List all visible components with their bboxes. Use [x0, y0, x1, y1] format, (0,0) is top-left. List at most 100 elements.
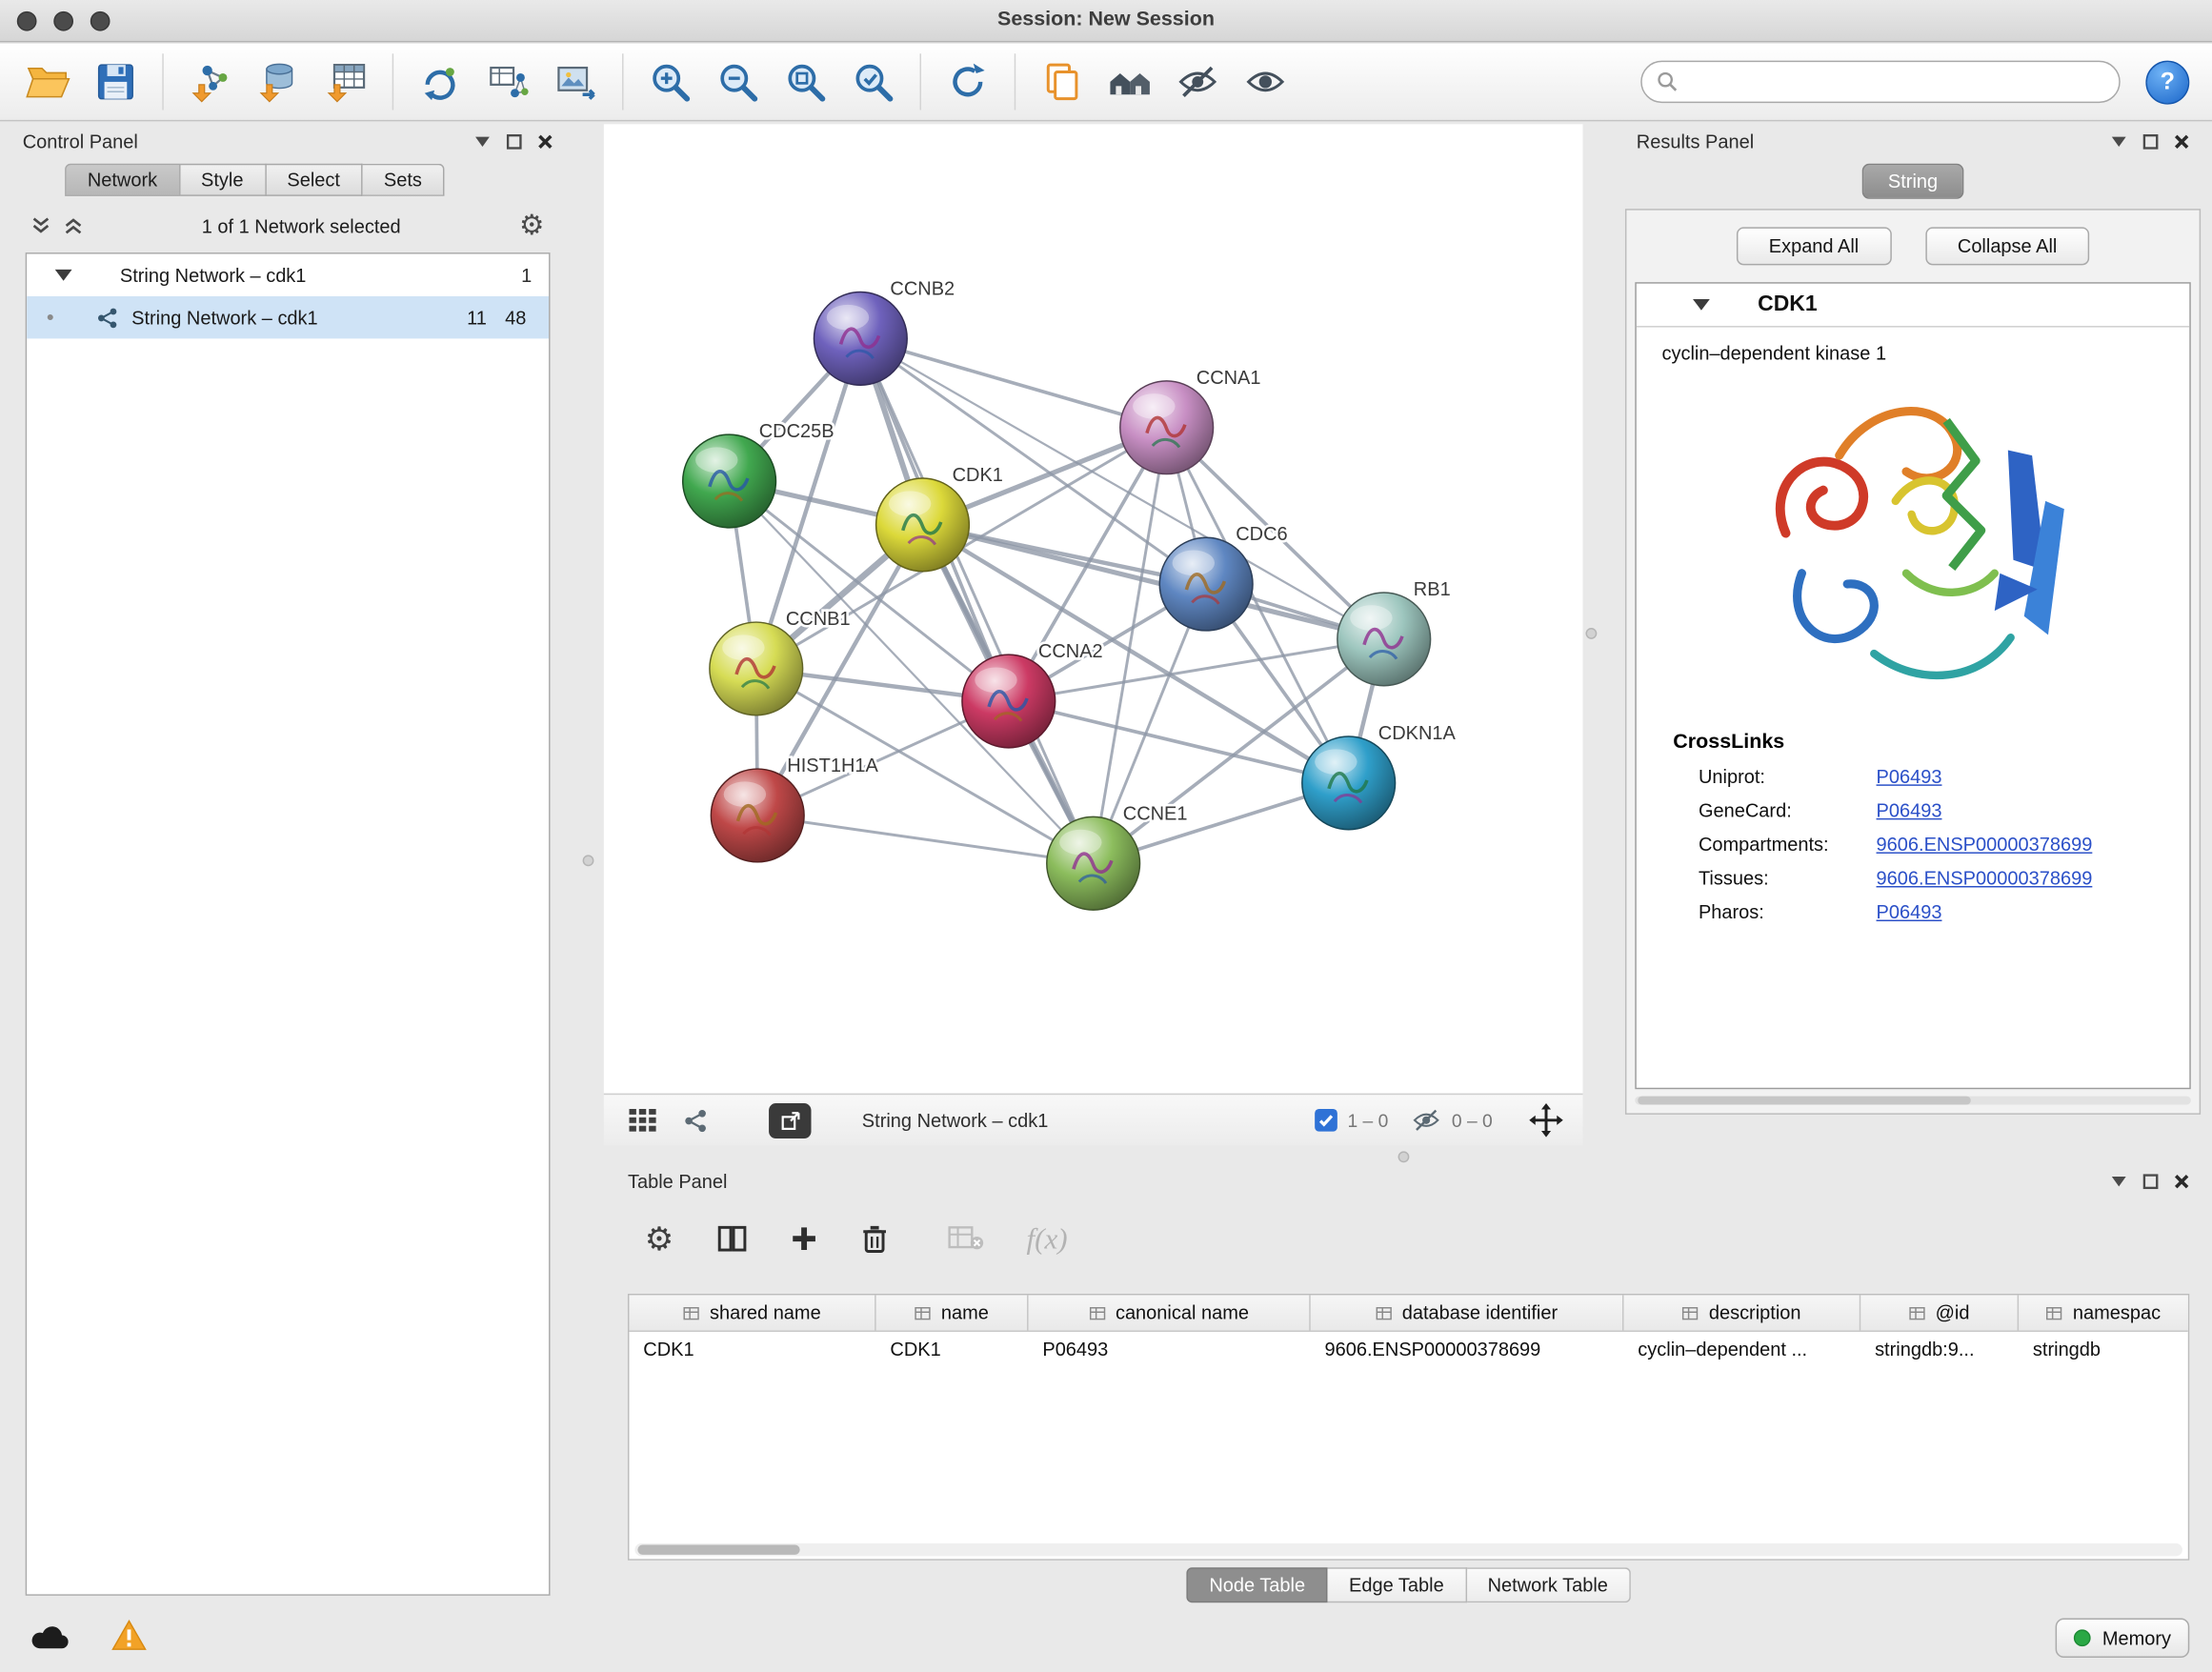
cell-id[interactable]: stringdb:9... — [1860, 1332, 2019, 1369]
tab-sets[interactable]: Sets — [363, 164, 445, 196]
column-header[interactable]: namespac — [2019, 1295, 2188, 1330]
network-node-HIST1H1A[interactable]: HIST1H1A — [711, 755, 878, 862]
import-table-button[interactable] — [319, 55, 372, 109]
network-node-CCNE1[interactable]: CCNE1 — [1047, 803, 1188, 910]
panel-collapse-icon[interactable] — [474, 134, 492, 147]
network-view-canvas[interactable]: CCNB2CCNA1CDC25BCDK1CDC6RB1CCNB1CCNA2CDK… — [604, 124, 1583, 1093]
network-edge[interactable] — [860, 338, 1166, 427]
panel-close-icon[interactable] — [537, 133, 553, 149]
column-header[interactable]: shared name — [629, 1295, 875, 1330]
panel-float-icon[interactable] — [2142, 133, 2158, 149]
panel-float-icon[interactable] — [2142, 1173, 2158, 1188]
tab-style[interactable]: Style — [180, 164, 266, 196]
network-from-table-button[interactable] — [481, 55, 534, 109]
tab-string[interactable]: String — [1862, 164, 1963, 199]
refresh-button[interactable] — [941, 55, 995, 109]
network-node-RB1[interactable]: RB1 — [1337, 579, 1451, 686]
network-node-CCNB1[interactable]: CCNB1 — [710, 609, 851, 715]
crosslink-link[interactable]: P06493 — [1877, 901, 1942, 922]
splitter-handle[interactable] — [1398, 1151, 1410, 1162]
tab-network-table[interactable]: Network Table — [1466, 1566, 1630, 1601]
network-node-CDK1[interactable]: CDK1 — [876, 465, 1003, 572]
network-node-CDC25B[interactable]: CDC25B — [683, 421, 835, 528]
export-image-button[interactable] — [549, 55, 602, 109]
save-session-button[interactable] — [89, 55, 142, 109]
import-network-button[interactable] — [184, 55, 237, 109]
collapse-all-button[interactable]: Collapse All — [1925, 227, 2090, 265]
show-all-button[interactable] — [1238, 55, 1292, 109]
hide-selected-button[interactable] — [1171, 55, 1224, 109]
tab-network[interactable]: Network — [65, 164, 180, 196]
collection-expander-icon[interactable] — [55, 270, 72, 281]
table-horizontal-scrollbar[interactable] — [634, 1543, 2182, 1556]
search-box[interactable] — [1640, 61, 2120, 103]
zoom-out-button[interactable] — [711, 55, 764, 109]
node-details-header[interactable]: CDK1 — [1637, 284, 2189, 328]
zoom-in-button[interactable] — [643, 55, 696, 109]
splitter-handle[interactable] — [1585, 628, 1597, 639]
crosslink-link[interactable]: 9606.ENSP00000378699 — [1877, 868, 2093, 889]
crosslink-link[interactable]: 9606.ENSP00000378699 — [1877, 834, 2093, 855]
open-in-new-window-button[interactable] — [769, 1102, 811, 1138]
cell-description[interactable]: cyclin–dependent ... — [1623, 1332, 1860, 1369]
show-columns-button[interactable] — [716, 1224, 748, 1253]
table-row[interactable]: CDK1 CDK1 P06493 9606.ENSP00000378699 cy… — [629, 1332, 2187, 1369]
collapse-all-networks-icon[interactable] — [31, 216, 51, 236]
open-session-button[interactable] — [21, 55, 74, 109]
gear-icon[interactable]: ⚙ — [519, 212, 545, 240]
zoom-fit-button[interactable] — [778, 55, 832, 109]
help-button[interactable]: ? — [2145, 60, 2189, 104]
expand-all-networks-icon[interactable] — [64, 216, 84, 236]
column-header[interactable]: database identifier — [1311, 1295, 1624, 1330]
scrollbar-thumb[interactable] — [637, 1545, 799, 1555]
column-header[interactable]: @id — [1860, 1295, 2019, 1330]
cell-shared-name[interactable]: CDK1 — [629, 1332, 875, 1369]
network-edge[interactable] — [757, 816, 1093, 863]
warning-status-icon[interactable] — [111, 1619, 149, 1653]
home-button[interactable] — [1103, 55, 1156, 109]
memory-button[interactable]: Memory — [2056, 1619, 2189, 1658]
cell-name[interactable]: CDK1 — [876, 1332, 1029, 1369]
crosslink-link[interactable]: P06493 — [1877, 800, 1942, 821]
panel-close-icon[interactable] — [2174, 1173, 2189, 1188]
import-network-from-database-button[interactable] — [251, 55, 305, 109]
network-edge[interactable] — [860, 338, 1093, 863]
tab-select[interactable]: Select — [266, 164, 362, 196]
cell-canonical-name[interactable]: P06493 — [1029, 1332, 1311, 1369]
fit-selected-button[interactable] — [1529, 1103, 1563, 1138]
crosslink-link[interactable]: P06493 — [1877, 766, 1942, 787]
cell-namespace[interactable]: stringdb — [2019, 1332, 2188, 1369]
cell-database-identifier[interactable]: 9606.ENSP00000378699 — [1311, 1332, 1624, 1369]
panel-close-icon[interactable] — [2174, 133, 2189, 149]
search-input[interactable] — [1687, 70, 2104, 93]
selected-checkbox[interactable] — [1315, 1109, 1337, 1132]
delete-column-button[interactable] — [860, 1223, 889, 1255]
panel-collapse-icon[interactable] — [2110, 134, 2127, 147]
column-header[interactable]: canonical name — [1029, 1295, 1311, 1330]
hidden-items-icon[interactable] — [1411, 1107, 1442, 1133]
network-collection-row[interactable]: String Network – cdk1 1 — [27, 254, 549, 296]
birdseye-view-button[interactable] — [629, 1108, 657, 1132]
delete-table-button[interactable] — [948, 1226, 985, 1252]
duplicate-button[interactable] — [1036, 55, 1089, 109]
refresh-network-button[interactable] — [413, 55, 467, 109]
splitter-handle[interactable] — [583, 855, 594, 866]
add-column-button[interactable] — [790, 1224, 818, 1253]
panel-float-icon[interactable] — [507, 133, 522, 149]
column-header[interactable]: description — [1623, 1295, 1860, 1330]
string-panel-button[interactable] — [683, 1107, 710, 1134]
table-settings-gear-icon[interactable]: ⚙ — [645, 1222, 674, 1255]
column-header[interactable]: name — [876, 1295, 1029, 1330]
network-node-CCNA1[interactable]: CCNA1 — [1120, 368, 1261, 474]
network-node-CCNB2[interactable]: CCNB2 — [814, 278, 955, 385]
function-builder-button[interactable]: f(x) — [1027, 1224, 1068, 1254]
tab-node-table[interactable]: Node Table — [1187, 1566, 1328, 1601]
cloud-status-icon[interactable] — [29, 1622, 70, 1651]
results-horizontal-scrollbar[interactable] — [1635, 1097, 2190, 1105]
panel-collapse-icon[interactable] — [2110, 1175, 2127, 1187]
network-edge[interactable] — [922, 525, 1383, 639]
expand-all-button[interactable]: Expand All — [1737, 227, 1892, 265]
network-graph[interactable]: CCNB2CCNA1CDC25BCDK1CDC6RB1CCNB1CCNA2CDK… — [604, 124, 1583, 1093]
tab-edge-table[interactable]: Edge Table — [1328, 1566, 1467, 1601]
entry-expander-icon[interactable] — [1693, 299, 1710, 311]
